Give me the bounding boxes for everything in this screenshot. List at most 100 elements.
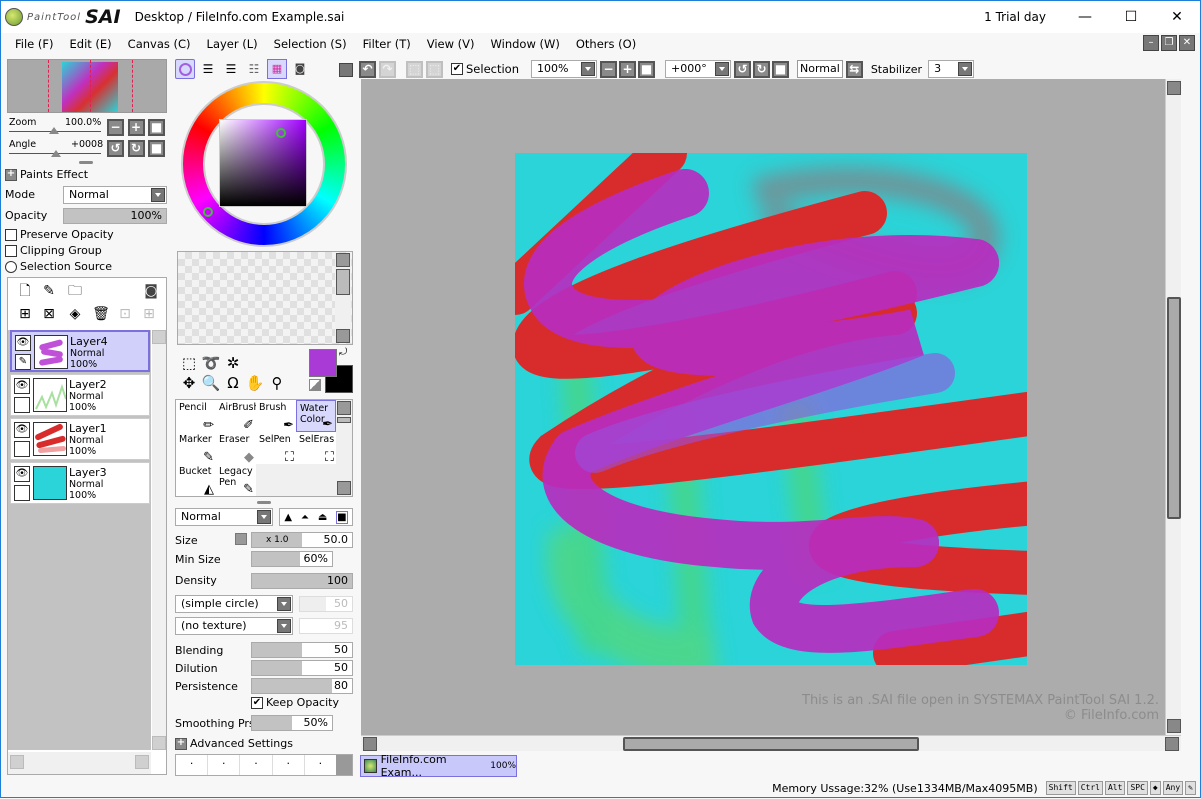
size-preset[interactable]: ·: [176, 755, 209, 775]
scroll-thumb[interactable]: [1167, 297, 1181, 519]
eye-icon[interactable]: 👁: [15, 335, 31, 351]
size-multiplier-button[interactable]: [235, 533, 247, 545]
toolbar-rotate-right-button[interactable]: ↻: [753, 60, 770, 78]
saturation-value-square[interactable]: [219, 119, 307, 207]
scroll-up-button[interactable]: [152, 330, 166, 344]
delete-layer-icon[interactable]: 🗑: [92, 305, 110, 323]
flip-horizontal-button[interactable]: ⇆: [845, 60, 863, 78]
tool-eraser[interactable]: Eraser ◆: [216, 432, 256, 464]
tool-airbrush[interactable]: AirBrush ✐: [216, 400, 259, 432]
tool-selpen[interactable]: SelPen ⛶: [256, 432, 296, 464]
clear-layer-icon[interactable]: ◈: [66, 305, 84, 323]
eye-icon[interactable]: 👁: [14, 466, 30, 482]
tool-watercolor[interactable]: Water Color ✒: [296, 400, 336, 432]
angle-slider-knob[interactable]: [51, 150, 61, 157]
min-size-slider[interactable]: 60%: [251, 551, 333, 567]
layer-mask-icon[interactable]: ◙: [142, 282, 160, 300]
edge-soft-icon[interactable]: ⏏: [318, 512, 327, 523]
scroll-right-button[interactable]: [1165, 737, 1179, 751]
artwork-canvas[interactable]: [515, 153, 1027, 665]
angle-select[interactable]: +000°: [665, 60, 731, 78]
move-icon[interactable]: ✥: [179, 373, 199, 393]
size-preset[interactable]: ·: [273, 755, 305, 775]
tool-bucket[interactable]: Bucket ◭: [176, 464, 216, 496]
rotate-right-button[interactable]: ↻: [127, 140, 145, 157]
blending-slider[interactable]: 50: [251, 642, 353, 658]
menu-file[interactable]: File (F): [15, 37, 54, 51]
scroll-left-button[interactable]: [10, 755, 24, 769]
scroll-down-button[interactable]: [1167, 719, 1181, 733]
toolbar-rotate-left-button[interactable]: ↺: [734, 60, 751, 78]
mdi-restore-button[interactable]: ❐: [1161, 35, 1177, 51]
brush-edge-selector[interactable]: ▲ ⏶ ⏏ ■: [279, 508, 353, 526]
rotate-left-button[interactable]: ↺: [107, 140, 124, 157]
toolbar-zoom-reset-button[interactable]: ■: [638, 60, 655, 78]
lock-slot[interactable]: [14, 485, 30, 501]
menu-layer[interactable]: Layer (L): [207, 37, 258, 51]
color-swatches[interactable]: [177, 251, 353, 345]
toolbar-zoom-out-button[interactable]: −: [600, 60, 617, 78]
scroll-thumb[interactable]: [336, 269, 350, 295]
menu-others[interactable]: Others (O): [576, 37, 636, 51]
rotate-tool-icon[interactable]: Ω: [223, 373, 243, 393]
edge-hard-icon[interactable]: ▲: [284, 512, 292, 523]
expand-icon[interactable]: +: [5, 168, 17, 181]
expand-icon[interactable]: +: [175, 737, 187, 750]
new-folder-icon[interactable]: 🗀: [66, 282, 84, 300]
primary-color-fill[interactable]: [309, 349, 337, 377]
sv-picker[interactable]: [276, 128, 286, 138]
presets-scroll-button[interactable]: [336, 755, 353, 775]
menu-filter[interactable]: Filter (T): [363, 37, 411, 51]
scroll-up-button[interactable]: [337, 401, 351, 415]
maximize-button[interactable]: ☐: [1108, 1, 1154, 33]
layer-mode-select[interactable]: Normal: [63, 186, 167, 204]
deselect-button[interactable]: ⬚: [406, 60, 423, 78]
smoothing-slider[interactable]: 50%: [251, 715, 333, 731]
minimize-button[interactable]: —: [1062, 1, 1108, 33]
menu-window[interactable]: Window (W): [491, 37, 560, 51]
eyedropper-icon[interactable]: ⚲: [267, 373, 287, 393]
layer-opacity-slider[interactable]: 100%: [63, 208, 167, 224]
zoom-reset-button[interactable]: ■: [148, 119, 165, 136]
menu-view[interactable]: View (V): [427, 37, 475, 51]
size-preset[interactable]: ·: [305, 755, 336, 775]
edge-flat-icon[interactable]: ■: [336, 510, 348, 524]
layer-item-layer2[interactable]: 👁 Layer2 Normal 100%: [10, 374, 150, 416]
panel-splitter[interactable]: [257, 501, 271, 504]
new-linework-layer-icon[interactable]: ✎: [40, 282, 58, 300]
zoom-in-button[interactable]: +: [127, 119, 145, 136]
layer-item-layer3[interactable]: 👁 Layer3 Normal 100%: [10, 462, 150, 504]
document-tab[interactable]: FileInfo.com Exam... 100%: [360, 753, 517, 779]
eye-icon[interactable]: 👁: [14, 378, 30, 394]
mdi-close-button[interactable]: ✕: [1179, 35, 1195, 51]
brush-texture-select[interactable]: (no texture): [175, 617, 293, 635]
eye-icon[interactable]: 👁: [14, 422, 30, 438]
scratchpad-tab[interactable]: ◙: [290, 59, 310, 79]
paints-effect-label[interactable]: Paints Effect: [20, 168, 88, 181]
menu-edit[interactable]: Edit (E): [70, 37, 112, 51]
scroll-down-button[interactable]: [336, 329, 350, 343]
canvas-hscrollbar[interactable]: [361, 735, 1181, 751]
canvas-vscrollbar[interactable]: [1165, 79, 1181, 735]
tool-brush[interactable]: Brush ✒: [256, 400, 296, 432]
selection-checkbox[interactable]: ✔ Selection: [451, 62, 519, 76]
rotate-reset-button[interactable]: ■: [148, 140, 165, 157]
shape-strength-slider[interactable]: 50: [299, 596, 353, 612]
color-mixer-tab[interactable]: ☷: [244, 59, 264, 79]
advanced-settings-label[interactable]: Advanced Settings: [190, 737, 293, 750]
zoom-select[interactable]: 100%: [531, 60, 597, 78]
merge-down-icon[interactable]: ⊠: [40, 305, 58, 323]
tools-scrollbar[interactable]: [336, 400, 352, 496]
zoom-tool-icon[interactable]: 🔍: [201, 373, 221, 393]
preserve-opacity-checkbox[interactable]: Preserve Opacity: [5, 228, 114, 241]
size-preset[interactable]: ·: [240, 755, 273, 775]
scroll-thumb[interactable]: [623, 737, 919, 751]
rect-select-icon[interactable]: ⬚: [179, 353, 199, 373]
rgb-slider-tab[interactable]: ☰: [198, 59, 218, 79]
tool-marker[interactable]: Marker ✎: [176, 432, 216, 464]
hsv-slider-tab[interactable]: ☰: [221, 59, 241, 79]
clipping-group-checkbox[interactable]: Clipping Group: [5, 244, 102, 257]
toolbar-rotate-reset-button[interactable]: ■: [772, 60, 789, 78]
toolbar-zoom-in-button[interactable]: +: [619, 60, 636, 78]
view-mode-button[interactable]: Normal: [797, 60, 843, 78]
